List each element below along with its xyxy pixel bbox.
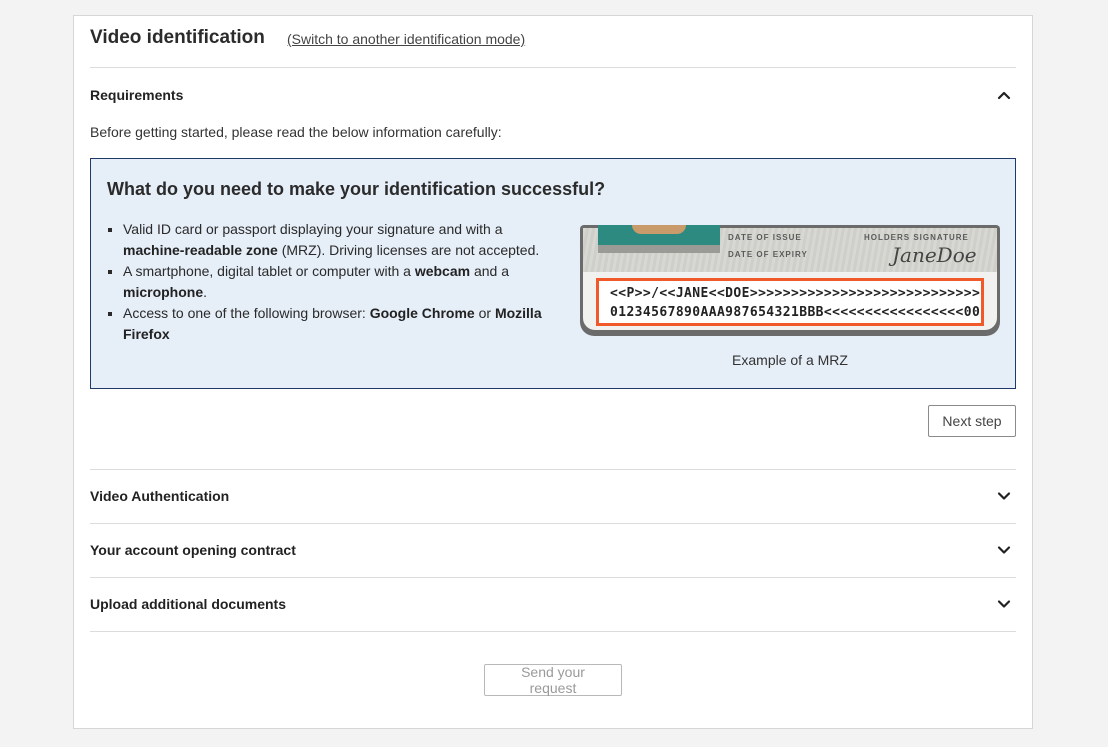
divider — [90, 631, 1016, 632]
section-account-contract-label: Your account opening contract — [90, 542, 296, 558]
section-video-authentication-header[interactable]: Video Authentication — [90, 469, 1016, 523]
info-box-title: What do you need to make your identifica… — [107, 179, 606, 199]
section-account-contract-header[interactable]: Your account opening contract — [90, 523, 1016, 577]
card-header: Video identification (Switch to another … — [90, 16, 1016, 68]
chevron-up-icon[interactable] — [996, 87, 1012, 103]
section-requirements-header[interactable]: Requirements — [90, 68, 1016, 122]
section-video-authentication-label: Video Authentication — [90, 488, 230, 504]
mrz-zone: <<P>>/<<JANE<<DOE>>>>>>>>>>>>>>>>>>>>>>>… — [596, 278, 984, 326]
holders-signature-label: HOLDERS SIGNATURE — [864, 233, 969, 242]
chevron-down-icon[interactable] — [996, 488, 1012, 504]
requirements-list: Valid ID card or passport displaying you… — [123, 219, 563, 345]
switch-mode-link[interactable]: (Switch to another identification mode) — [287, 31, 525, 47]
date-of-issue-label: DATE OF ISSUE — [728, 233, 802, 242]
mrz-caption: Example of a MRZ — [732, 352, 848, 368]
chevron-down-icon[interactable] — [996, 542, 1012, 558]
send-request-button[interactable]: Send your request — [484, 664, 622, 696]
next-step-button[interactable]: Next step — [928, 405, 1016, 437]
chevron-down-icon[interactable] — [996, 596, 1012, 612]
date-of-expiry-label: DATE OF EXPIRY — [728, 250, 808, 259]
section-upload-documents-header[interactable]: Upload additional documents — [90, 577, 1016, 631]
requirement-device: A smartphone, digital tablet or computer… — [123, 261, 563, 303]
mrz-example-figure: DATE OF ISSUE DATE OF EXPIRY HOLDERS SIG… — [580, 225, 1000, 368]
requirements-intro: Before getting started, please read the … — [90, 124, 502, 140]
holder-signature: JaneDoe — [892, 243, 977, 267]
section-requirements-label: Requirements — [90, 87, 184, 103]
requirements-info-box: What do you need to make your identifica… — [90, 158, 1016, 389]
requirement-browser: Access to one of the following browser: … — [123, 303, 563, 345]
id-photo — [598, 225, 720, 245]
mrz-line-1: <<P>>/<<JANE<<DOE>>>>>>>>>>>>>>>>>>>>>>>… — [610, 286, 981, 301]
page-title: Video identification — [90, 27, 265, 48]
section-upload-documents-label: Upload additional documents — [90, 596, 287, 612]
mrz-line-2: 01234567890AAA987654321BBB<<<<<<<<<<<<<<… — [610, 305, 981, 320]
mrz-example-image: DATE OF ISSUE DATE OF EXPIRY HOLDERS SIG… — [580, 225, 1000, 336]
identification-card: Video identification (Switch to another … — [73, 15, 1033, 729]
requirement-id-document: Valid ID card or passport displaying you… — [123, 219, 563, 261]
